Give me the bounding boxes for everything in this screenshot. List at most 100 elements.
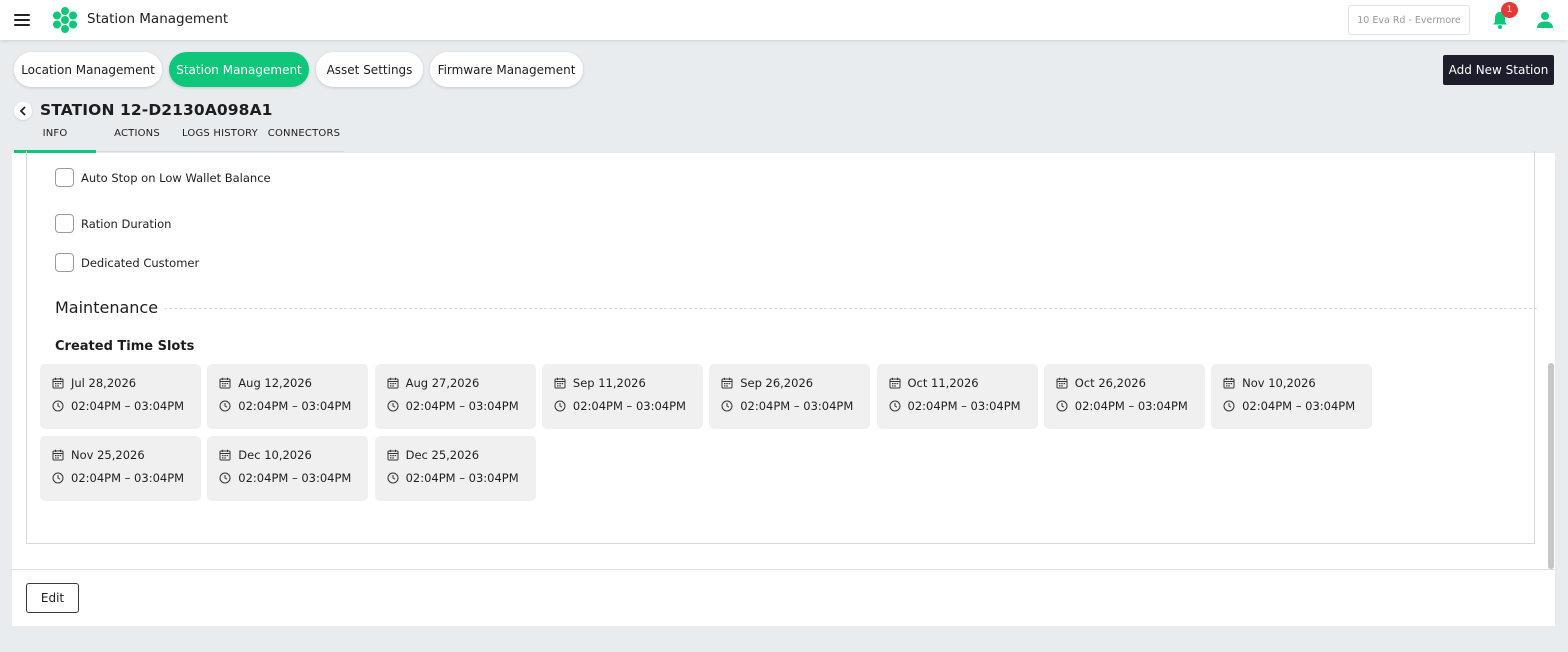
slot-date-row: Sep 11,2026 [554, 376, 646, 390]
slot-date: Dec 10,2026 [238, 447, 312, 462]
calendar-icon [721, 377, 733, 389]
slot-date: Aug 27,2026 [405, 376, 480, 390]
time-slot-card[interactable]: Nov 25,2026 02:04PM – 03:04PM [40, 435, 201, 501]
nav-station-management[interactable]: Station Management [169, 52, 309, 87]
section-divider [164, 308, 1537, 309]
hamburger-menu-icon[interactable] [14, 12, 32, 28]
time-slot-card[interactable]: Nov 10,2026 02:04PM – 03:04PM [1211, 364, 1373, 429]
calendar-icon [554, 377, 566, 389]
slot-time-row: 02:04PM – 03:04PM [387, 399, 519, 413]
location-selector[interactable]: 10 Eva Rd - Evermore [1348, 5, 1470, 35]
tab-actions[interactable]: ACTIONS [98, 128, 176, 152]
slot-time-row: 02:04PM – 03:04PM [1223, 399, 1355, 413]
ration-duration-label: Ration Duration [81, 216, 172, 231]
slot-date-row: Aug 12,2026 [219, 376, 312, 390]
info-content-box: Auto Stop on Low Wallet Balance Ration D… [26, 151, 1537, 544]
slot-time-row: 02:04PM – 03:04PM [554, 399, 686, 413]
slot-date: Nov 10,2026 [1242, 376, 1316, 390]
calendar-icon [52, 377, 64, 389]
clock-icon [387, 472, 399, 484]
time-slot-card[interactable]: Oct 26,2026 02:04PM – 03:04PM [1043, 364, 1205, 429]
chevron-left-icon [19, 106, 26, 116]
edit-button[interactable]: Edit [26, 583, 79, 613]
time-slot-card[interactable]: Sep 11,2026 02:04PM – 03:04PM [541, 364, 703, 429]
time-slot-card[interactable]: Dec 10,2026 02:04PM – 03:04PM [207, 435, 369, 501]
dedicated-customer-label: Dedicated Customer [81, 255, 200, 270]
clock-icon [387, 400, 399, 412]
slot-date: Sep 11,2026 [572, 376, 646, 390]
time-slot-card[interactable]: Dec 25,2026 02:04PM – 03:04PM [374, 435, 536, 501]
slot-date-row: Nov 10,2026 [1223, 376, 1316, 390]
time-slot-card[interactable]: Aug 27,2026 02:04PM – 03:04PM [374, 364, 536, 429]
calendar-icon [387, 449, 399, 461]
slot-date: Jul 28,2026 [71, 376, 137, 390]
calendar-icon [387, 377, 399, 389]
slot-date-row: Aug 27,2026 [387, 376, 480, 390]
slot-time: 02:04PM – 03:04PM [1074, 399, 1188, 413]
clock-icon [219, 400, 231, 412]
slot-date-row: Nov 25,2026 [52, 448, 145, 462]
calendar-icon [1056, 377, 1068, 389]
slot-time-row: 02:04PM – 03:04PM [219, 471, 351, 485]
tab-connectors[interactable]: CONNECTORS [264, 128, 344, 152]
station-info-panel: Auto Stop on Low Wallet Balance Ration D… [12, 151, 1555, 626]
clock-icon [1223, 400, 1235, 412]
nav-firmware-management[interactable]: Firmware Management [430, 52, 583, 87]
back-button[interactable] [14, 102, 32, 120]
slot-time: 02:04PM – 03:04PM [405, 399, 519, 413]
slot-time: 02:04PM – 03:04PM [71, 399, 185, 413]
calendar-icon [219, 449, 231, 461]
clock-icon [554, 400, 566, 412]
time-slot-card[interactable]: Jul 28,2026 02:04PM – 03:04PM [40, 364, 201, 429]
ration-duration-checkbox[interactable] [55, 214, 74, 233]
nav-asset-settings[interactable]: Asset Settings [316, 52, 423, 87]
notification-badge: 1 [1501, 2, 1518, 18]
auto-stop-checkbox[interactable] [55, 168, 74, 187]
top-bar: Station Management 10 Eva Rd - Evermore … [0, 0, 1568, 40]
footer-divider [12, 569, 1555, 570]
slot-time-row: 02:04PM – 03:04PM [721, 399, 853, 413]
auto-stop-option[interactable]: Auto Stop on Low Wallet Balance [55, 168, 271, 187]
time-slot-card[interactable]: Aug 12,2026 02:04PM – 03:04PM [207, 364, 369, 429]
slot-date-row: Dec 25,2026 [387, 448, 479, 462]
user-account-icon[interactable] [1535, 10, 1555, 30]
slot-time: 02:04PM – 03:04PM [740, 399, 854, 413]
slot-time: 02:04PM – 03:04PM [238, 399, 352, 413]
slot-date: Oct 26,2026 [1074, 376, 1146, 390]
tab-info[interactable]: INFO [14, 128, 96, 152]
slot-time-row: 02:04PM – 03:04PM [1056, 399, 1188, 413]
calendar-icon [1223, 377, 1235, 389]
created-time-slots-title: Created Time Slots [55, 339, 195, 354]
clock-icon [889, 400, 901, 412]
slot-time-row: 02:04PM – 03:04PM [889, 399, 1021, 413]
time-slot-card[interactable]: Oct 11,2026 02:04PM – 03:04PM [876, 364, 1038, 429]
slot-time: 02:04PM – 03:04PM [572, 399, 686, 413]
auto-stop-label: Auto Stop on Low Wallet Balance [81, 170, 271, 185]
slot-date: Nov 25,2026 [71, 447, 145, 462]
app-logo-icon [53, 7, 77, 33]
slot-time-row: 02:04PM – 03:04PM [52, 399, 184, 413]
ration-duration-option[interactable]: Ration Duration [55, 214, 171, 233]
slot-time: 02:04PM – 03:04PM [405, 470, 519, 485]
app-title: Station Management [87, 11, 229, 27]
calendar-icon [52, 449, 64, 461]
clock-icon [721, 400, 733, 412]
clock-icon [52, 472, 64, 484]
slot-time-row: 02:04PM – 03:04PM [52, 471, 184, 485]
calendar-icon [889, 377, 901, 389]
maintenance-title: Maintenance [55, 298, 159, 317]
tab-logs-history[interactable]: LOGS HISTORY [180, 128, 260, 152]
add-new-station-button[interactable]: Add New Station [1443, 55, 1554, 85]
vertical-scrollbar[interactable] [1548, 363, 1554, 569]
dedicated-customer-option[interactable]: Dedicated Customer [55, 253, 199, 272]
slot-time: 02:04PM – 03:04PM [238, 470, 352, 485]
clock-icon [219, 472, 231, 484]
slot-date: Sep 26,2026 [740, 376, 814, 390]
nav-location-management[interactable]: Location Management [14, 52, 162, 87]
slot-time-row: 02:04PM – 03:04PM [219, 399, 351, 413]
time-slot-card[interactable]: Sep 26,2026 02:04PM – 03:04PM [709, 364, 871, 429]
slot-date-row: Dec 10,2026 [219, 447, 312, 462]
clock-icon [1056, 400, 1068, 412]
dedicated-customer-checkbox[interactable] [55, 253, 74, 272]
slot-date: Oct 11,2026 [907, 376, 979, 390]
